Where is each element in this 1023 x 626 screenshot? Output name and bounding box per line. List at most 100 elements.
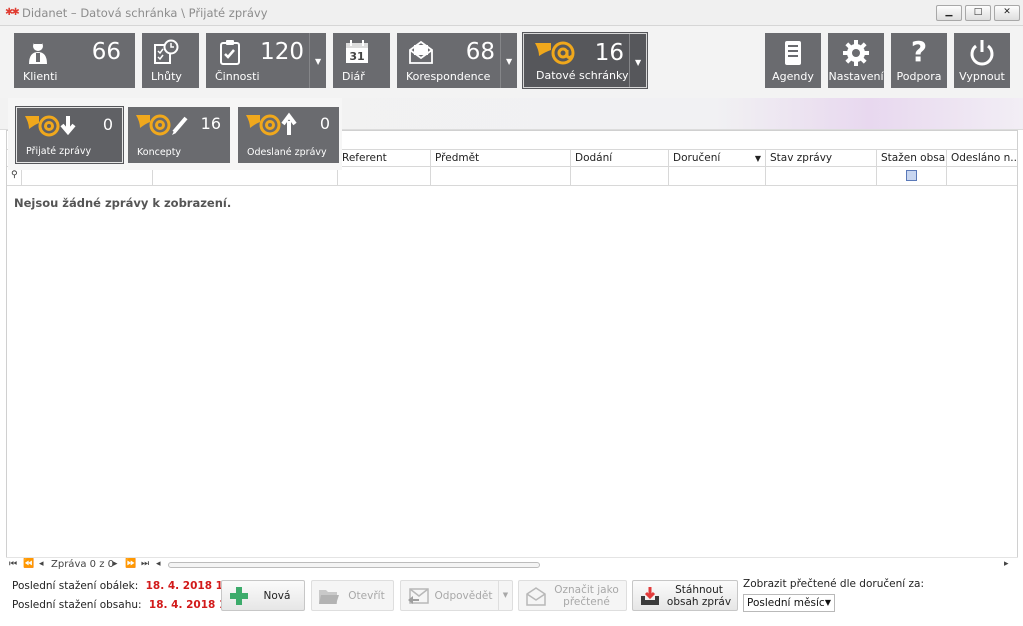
horizontal-scrollbar[interactable] <box>168 562 540 568</box>
minimize-button[interactable]: ▁ <box>936 5 962 21</box>
horn-at-arrow-up-icon <box>246 112 297 136</box>
tile-nastaveni[interactable]: Nastavení <box>828 33 884 88</box>
horn-at-icon <box>535 41 575 65</box>
close-button[interactable]: ✕ <box>994 5 1020 21</box>
prijate-label: Přijaté zprávy <box>26 146 92 157</box>
tile-diar[interactable]: 31 Diář <box>333 33 390 88</box>
tile-vypnout[interactable]: Vypnout <box>954 33 1010 88</box>
odeslane-label: Odeslané zprávy <box>247 147 327 158</box>
vypnout-label: Vypnout <box>959 70 1005 83</box>
col-referent[interactable]: Referent <box>337 150 430 167</box>
tile-podpora[interactable]: ? Podpora <box>891 33 947 88</box>
col-stazen-obsah[interactable]: Stažen obsah <box>876 150 946 167</box>
record-position: Zpráva 0 z 0 <box>51 559 114 570</box>
filter-pin-icon: ⚲ <box>11 170 18 180</box>
messages-grid[interactable]: Referent Předmět Dodání Doručení ▼ Stav … <box>6 130 1018 572</box>
scroll-left-button[interactable]: ◂ <box>156 559 161 569</box>
subtile-koncepty[interactable]: 16 Koncepty <box>128 107 230 163</box>
power-icon <box>970 40 994 66</box>
question-icon: ? <box>910 35 928 68</box>
cinnosti-label: Činnosti <box>215 70 260 83</box>
filter-predmet[interactable] <box>430 167 570 185</box>
checkbox-icon[interactable] <box>906 170 917 181</box>
horn-at-arrow-down-icon <box>25 115 76 137</box>
download-content-button[interactable]: Stáhnout obsah zpráv <box>632 580 738 611</box>
last-envelopes-label: Poslední stažení obálek: <box>12 580 139 592</box>
tile-klienti[interactable]: 66 Klienti <box>14 33 135 88</box>
filter-referent[interactable] <box>337 167 430 185</box>
next-record-button[interactable]: ▸ <box>113 559 118 569</box>
datove-schranky-count: 16 <box>594 40 624 66</box>
new-message-label: Nová <box>263 589 291 602</box>
app-logo-icon: ✱✱ <box>5 7 20 18</box>
show-read-label: Zobrazit přečtené dle doručení za: <box>743 578 924 590</box>
datove-schranky-dropdown[interactable]: ▼ <box>629 34 646 87</box>
subtile-prijate-zpravy[interactable]: 0 Přijaté zprávy <box>15 106 124 164</box>
first-record-button[interactable]: ⏮ <box>9 559 17 569</box>
tile-lhuty[interactable]: Lhůty <box>142 33 199 88</box>
next-page-button[interactable]: ⏩ <box>125 559 136 569</box>
last-envelopes-status: Poslední stažení obálek: 18. 4. 2018 17:… <box>12 580 249 592</box>
filter-odeslano[interactable] <box>946 167 1017 185</box>
filter-stazen-obsah[interactable] <box>876 167 946 185</box>
plus-icon <box>230 587 248 605</box>
show-read-period-value: Poslední měsíc <box>747 597 825 609</box>
korespondence-dropdown[interactable]: ▼ <box>500 33 517 88</box>
record-navigator: ⏮ ⏪ ◂ Zpráva 0 z 0 ▸ ⏩ ⏭ ◂ ▸ <box>6 557 1018 572</box>
prijate-count: 0 <box>102 115 113 134</box>
reply-button[interactable]: Odpovědět ▼ <box>400 580 513 611</box>
col-predmet[interactable]: Předmět <box>430 150 570 167</box>
bottom-toolbar: Poslední stažení obálek: 18. 4. 2018 17:… <box>0 572 1023 626</box>
prev-record-button[interactable]: ◂ <box>39 559 44 569</box>
filter-stav[interactable] <box>765 167 876 185</box>
show-read-period-select[interactable]: Poslední měsíc ▼ <box>743 594 835 612</box>
reply-label: Odpovědět <box>434 589 493 602</box>
col-doruceni-label: Doručení <box>673 152 721 164</box>
last-record-button[interactable]: ⏭ <box>141 559 149 569</box>
filter-dodani[interactable] <box>570 167 668 185</box>
filter-doruceni[interactable] <box>668 167 765 185</box>
koncepty-count: 16 <box>200 114 221 133</box>
cinnosti-dropdown[interactable]: ▼ <box>309 33 326 88</box>
agendy-label: Agendy <box>772 70 814 83</box>
col-doruceni[interactable]: Doručení ▼ <box>668 150 765 167</box>
tile-datove-schranky[interactable]: 16 Datové schránky ▼ <box>522 32 648 89</box>
tile-korespondence[interactable]: 68 Korespondence ▼ <box>397 33 517 88</box>
col-dodani[interactable]: Dodání <box>570 150 668 167</box>
envelope-icon <box>409 40 433 64</box>
last-content-status: Poslední stažení obsahu: 18. 4. 2018 17:… <box>12 599 252 611</box>
mark-read-button[interactable]: Označit jako přečtené <box>518 580 627 611</box>
podpora-label: Podpora <box>896 70 942 83</box>
tile-agendy[interactable]: Agendy <box>765 33 821 88</box>
folder-open-icon <box>319 590 339 604</box>
window-title: Didanet – Datová schránka \ Přijaté zprá… <box>22 6 268 20</box>
sub-ribbon: 0 Přijaté zprávy 16 Koncepty 0 Odeslané … <box>8 98 342 170</box>
tile-cinnosti[interactable]: 120 Činnosti ▼ <box>206 33 326 88</box>
datove-schranky-label: Datové schránky <box>536 69 629 82</box>
last-content-label: Poslední stažení obsahu: <box>12 599 142 611</box>
envelope-open-icon <box>526 587 546 606</box>
scroll-right-button[interactable]: ▸ <box>1004 559 1009 569</box>
col-odeslano[interactable]: Odesláno n... <box>946 150 1017 167</box>
prev-page-button[interactable]: ⏪ <box>23 559 34 569</box>
korespondence-count: 68 <box>465 39 495 65</box>
empty-message: Nejsou žádné zprávy k zobrazení. <box>14 196 232 210</box>
maximize-button[interactable]: □ <box>965 5 991 21</box>
open-label: Otevřít <box>348 589 385 602</box>
sort-desc-icon: ▼ <box>754 154 761 163</box>
calendar-icon: 31 <box>346 40 368 63</box>
reply-dropdown-icon[interactable]: ▼ <box>498 581 512 610</box>
klienti-count: 66 <box>91 39 121 65</box>
nastaveni-label: Nastavení <box>828 70 884 83</box>
clipboard-icon <box>220 40 240 65</box>
mark-read-label: Označit jako přečtené <box>554 583 619 608</box>
download-tray-icon <box>641 587 659 605</box>
chevron-down-icon: ▼ <box>824 598 831 607</box>
new-message-button[interactable]: Nová <box>221 580 305 611</box>
koncepty-label: Koncepty <box>137 147 182 158</box>
subtile-odeslane-zpravy[interactable]: 0 Odeslané zprávy <box>238 107 339 163</box>
col-stav-zpravy[interactable]: Stav zprávy <box>765 150 876 167</box>
korespondence-label: Korespondence <box>406 70 491 83</box>
gear-icon <box>843 40 869 66</box>
open-button[interactable]: Otevřít <box>311 580 394 611</box>
